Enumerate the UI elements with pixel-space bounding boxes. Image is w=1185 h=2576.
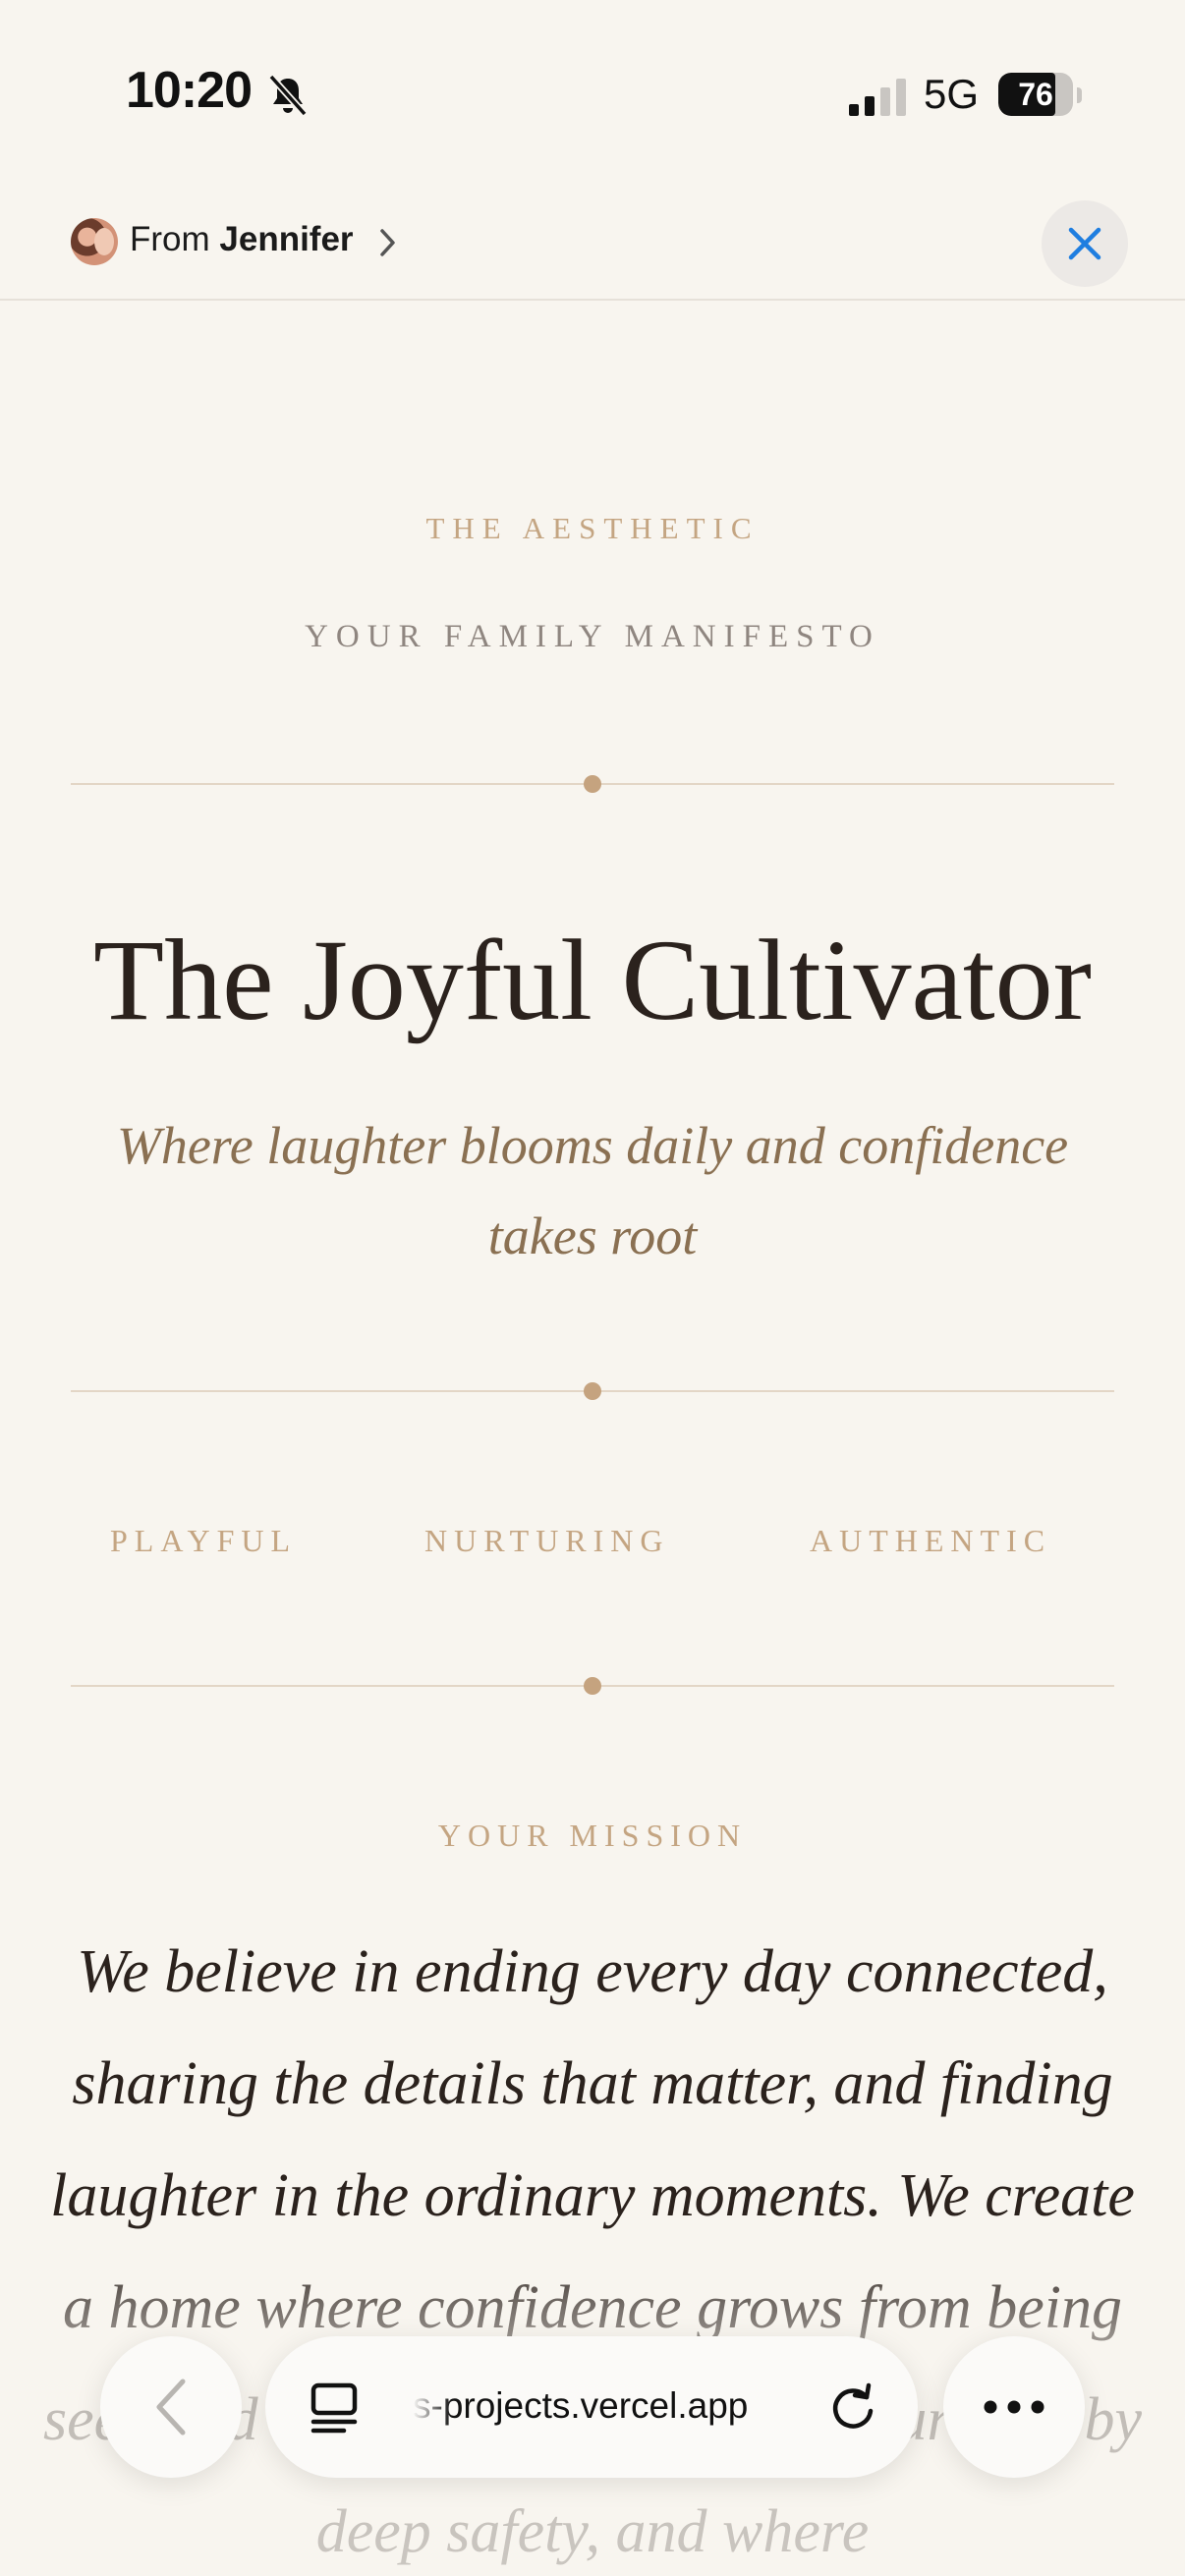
url-text[interactable]: s-projects.vercel.app	[413, 2385, 776, 2427]
battery-icon: 76	[998, 73, 1082, 118]
battery-level: 76	[1018, 77, 1053, 112]
value-authentic: AUTHENTIC	[810, 1523, 1052, 1558]
mission-label: YOUR MISSION	[437, 1818, 748, 1853]
shared-from-link[interactable]: From Jennifer	[130, 220, 354, 259]
section-kicker: THE AESTHETIC	[425, 511, 760, 545]
chevron-right-icon[interactable]	[377, 226, 399, 259]
divider	[71, 1382, 1114, 1400]
page-title: The Joyful Cultivator	[93, 916, 1092, 1044]
status-time: 10:20	[126, 62, 253, 119]
divider	[71, 1677, 1114, 1695]
section-subtitle: YOUR FAMILY MANIFESTO	[305, 619, 880, 654]
avatar[interactable]	[71, 218, 118, 265]
values-row: PLAYFUL NURTURING AUTHENTIC	[0, 1523, 1185, 1562]
close-button[interactable]	[1042, 200, 1128, 287]
back-button[interactable]	[100, 2336, 242, 2478]
status-bar: 10:20 5G 76	[0, 0, 1185, 196]
back-chevron-icon	[156, 2379, 186, 2436]
tabs-icon[interactable]	[309, 2381, 360, 2435]
from-name: Jennifer	[219, 220, 354, 258]
bell-slash-icon	[268, 74, 308, 117]
signal-icon	[849, 79, 906, 116]
from-prefix: From	[130, 220, 210, 258]
network-type: 5G	[924, 71, 980, 117]
more-button[interactable]	[943, 2336, 1085, 2478]
share-header: From Jennifer	[0, 196, 1185, 301]
divider	[71, 775, 1114, 793]
reload-icon[interactable]	[827, 2381, 878, 2435]
value-nurturing: NURTURING	[424, 1523, 670, 1558]
value-playful: PLAYFUL	[110, 1523, 298, 1558]
divider-dot	[584, 1382, 601, 1400]
divider-dot	[584, 775, 601, 793]
more-icon	[984, 2400, 1044, 2414]
close-icon	[1068, 227, 1101, 260]
tagline: Where laughter blooms daily and confiden…	[116, 1116, 1069, 1265]
address-bar[interactable]: s-projects.vercel.app	[265, 2336, 918, 2478]
divider-dot	[584, 1677, 601, 1695]
